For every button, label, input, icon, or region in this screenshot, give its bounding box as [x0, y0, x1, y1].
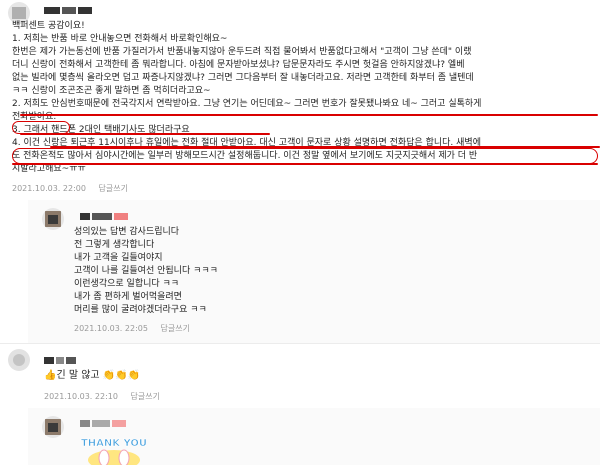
avatar[interactable]: [42, 416, 64, 438]
reply-body: 성의있는 답변 감사드립니다 전 그렇게 생각합니다 내가 고객을 길들여야지 …: [74, 226, 218, 317]
avatar[interactable]: [42, 208, 64, 230]
reply-line: 이런생각으로 일합니다 ㅋㅋ: [74, 279, 180, 289]
reply-line: 내가 고객을 길들여야지: [74, 253, 163, 263]
comment-meta: 2021.10.03. 22:10 답글쓰기: [44, 391, 160, 402]
reply-meta: 2021.10.03. 22:05 답글쓰기: [74, 323, 190, 334]
nickname-blurred[interactable]: [44, 355, 76, 365]
nickname-blurred[interactable]: [80, 211, 128, 221]
comment-line: 전화받아요.: [12, 112, 57, 122]
sticker-text: THANK YOU: [81, 438, 147, 449]
reply-link[interactable]: 답글쓰기: [131, 392, 160, 401]
annotation-circle: [12, 148, 598, 164]
thank-you-sticker: THANK YOU: [81, 438, 147, 465]
reply-line: 내가 좀 편하게 벌어먹을려면: [74, 292, 182, 302]
comment-date: 2021.10.03. 22:10: [44, 392, 118, 401]
comment-text: 👍긴 말 않고 👏👏👏: [44, 370, 141, 381]
reply-date: 2021.10.03. 22:05: [74, 324, 148, 333]
comment-line: 더니 신랑이 전화해서 고객한테 좀 뭐라합니다. 아침에 문자받아보셨냐? 답…: [12, 60, 465, 70]
nickname-blurred[interactable]: [44, 5, 92, 15]
comment-line: ㅋㅋ 신랑이 조곤조곤 좋게 말하면 좀 먹히더라고요~: [12, 86, 211, 96]
comment-line: 백퍼센트 공감이요!: [12, 21, 85, 31]
comment-line: 1. 저희는 반품 바로 안내놓으면 전화해서 바로확인해요~: [12, 34, 228, 44]
comment-line: 한번은 제가 가는동선에 반품 가질러가서 반품내놓지않아 운두드려 직접 물어…: [12, 47, 472, 57]
nickname-blurred[interactable]: [80, 418, 126, 428]
annotation-underline: [12, 163, 598, 165]
annotation-underline: [20, 114, 598, 116]
avatar[interactable]: [8, 349, 30, 371]
reply-line: 전 그렇게 생각합니다: [74, 240, 155, 250]
comment-line: 없는 빌라에 몇층씩 올라오면 덥고 짜증나지않겠냐? 그러면 그다음부터 잘 …: [12, 73, 474, 83]
divider: [0, 343, 600, 344]
comment-meta: 2021.10.03. 22:00 답글쓰기: [12, 183, 128, 194]
reply-link[interactable]: 답글쓰기: [99, 184, 128, 193]
comment-date: 2021.10.03. 22:00: [12, 184, 86, 193]
annotation-underline: [20, 133, 270, 135]
reply-line: 성의있는 답변 감사드립니다: [74, 227, 180, 237]
comment-line: 2. 저희도 안심번호때문에 전국각지서 연락받아요. 그냥 연기는 어딘데요~…: [12, 99, 482, 109]
reply-1: 성의있는 답변 감사드립니다 전 그렇게 생각합니다 내가 고객을 길들여야지 …: [28, 200, 600, 343]
reply-line: 머리를 많이 굴려야겠더라구요 ㅋㅋ: [74, 305, 207, 315]
reply-line: 고객이 나를 길들여선 안됩니다 ㅋㅋㅋ: [74, 266, 218, 276]
comment-line: 3. 그래서 핸드폰 2대인 택배기사도 많더라구요: [12, 125, 190, 135]
reply-link[interactable]: 답글쓰기: [161, 324, 190, 333]
